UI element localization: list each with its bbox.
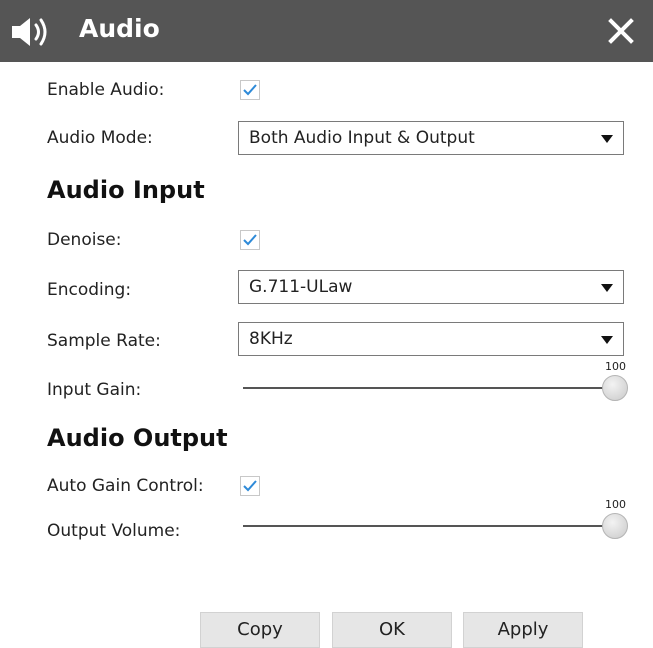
audio-mode-label: Audio Mode: xyxy=(47,128,153,148)
sample-rate-value: 8KHz xyxy=(249,329,293,349)
audio-mode-value: Both Audio Input & Output xyxy=(249,128,475,148)
audio-input-heading: Audio Input xyxy=(47,176,205,204)
close-icon[interactable] xyxy=(605,15,637,47)
input-gain-slider-thumb[interactable] xyxy=(602,375,628,401)
audio-output-heading: Audio Output xyxy=(47,424,228,452)
sample-rate-label: Sample Rate: xyxy=(47,331,161,351)
output-volume-slider-track[interactable] xyxy=(243,525,615,527)
encoding-label: Encoding: xyxy=(47,280,132,300)
denoise-checkbox[interactable] xyxy=(240,230,260,250)
dialog-titlebar: Audio xyxy=(0,0,653,62)
enable-audio-label: Enable Audio: xyxy=(47,80,165,100)
copy-button[interactable]: Copy xyxy=(200,612,320,648)
auto-gain-control-checkbox[interactable] xyxy=(240,476,260,496)
output-volume-label: Output Volume: xyxy=(47,521,181,541)
encoding-select[interactable]: G.711-ULaw xyxy=(238,270,624,304)
checkmark-icon xyxy=(243,234,257,246)
dialog-title: Audio xyxy=(79,14,160,43)
input-gain-slider-track[interactable] xyxy=(243,387,615,389)
checkmark-icon xyxy=(243,84,257,96)
output-volume-value: 100 xyxy=(605,498,626,511)
auto-gain-control-label: Auto Gain Control: xyxy=(47,476,204,496)
denoise-label: Denoise: xyxy=(47,230,122,250)
output-volume-slider-thumb[interactable] xyxy=(602,513,628,539)
enable-audio-checkbox[interactable] xyxy=(240,80,260,100)
ok-button[interactable]: OK xyxy=(332,612,452,648)
chevron-down-icon xyxy=(601,135,613,143)
input-gain-label: Input Gain: xyxy=(47,380,142,400)
chevron-down-icon xyxy=(601,336,613,344)
encoding-value: G.711-ULaw xyxy=(249,277,353,297)
apply-button[interactable]: Apply xyxy=(463,612,583,648)
sample-rate-select[interactable]: 8KHz xyxy=(238,322,624,356)
audio-mode-select[interactable]: Both Audio Input & Output xyxy=(238,121,624,155)
input-gain-value: 100 xyxy=(605,360,626,373)
chevron-down-icon xyxy=(601,284,613,292)
speaker-icon xyxy=(12,18,47,46)
checkmark-icon xyxy=(243,480,257,492)
